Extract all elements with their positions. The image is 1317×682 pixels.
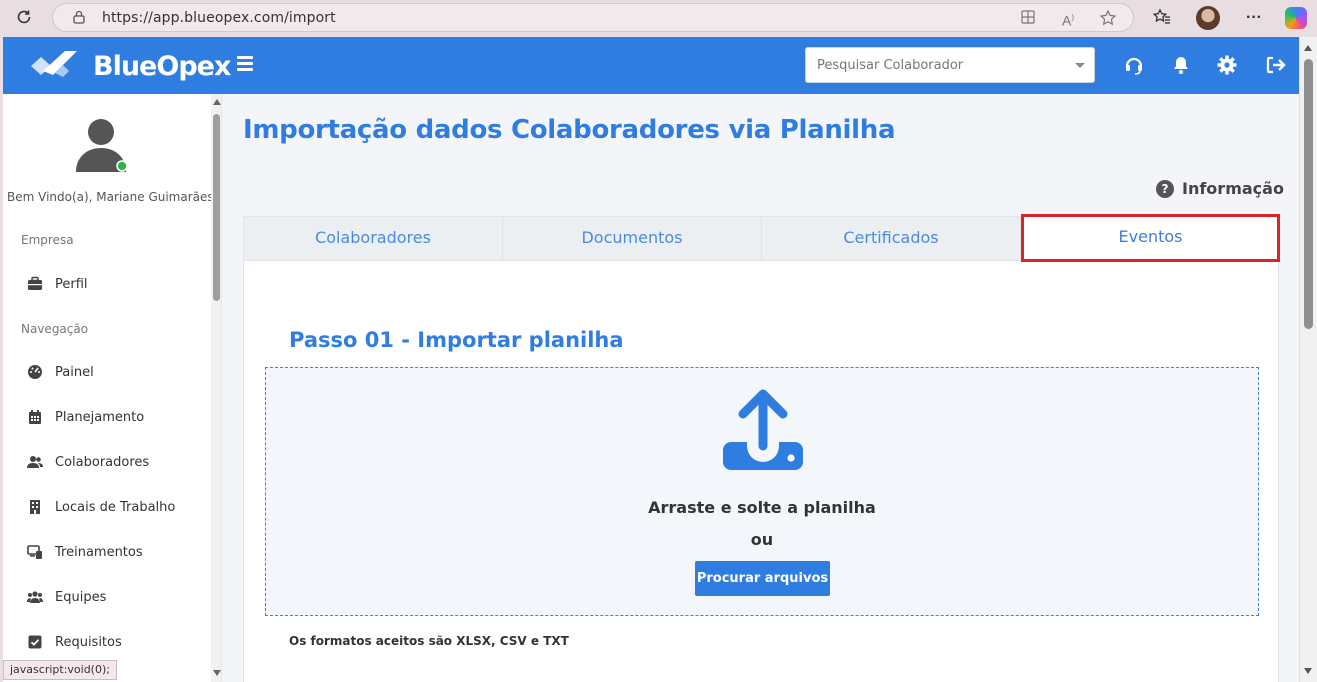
import-card: Colaboradores Documentos Certificados Ev… xyxy=(243,214,1280,682)
sidebar-item-perfil[interactable]: Perfil xyxy=(27,274,88,294)
scroll-down-icon[interactable] xyxy=(1304,668,1312,674)
headset-icon[interactable] xyxy=(1123,54,1145,76)
search-collaborator-select[interactable]: Pesquisar Colaborador xyxy=(805,47,1095,83)
briefcase-icon xyxy=(28,276,42,290)
sidebar-item-painel[interactable]: Painel xyxy=(27,362,94,382)
url-text[interactable]: https://app.blueopex.com/import xyxy=(102,10,336,26)
sidebar-item-label: Planejamento xyxy=(55,409,145,425)
sidebar-scroll-thumb[interactable] xyxy=(213,114,220,301)
upload-icon xyxy=(723,389,803,470)
section-empresa: Empresa xyxy=(21,233,74,247)
dashboard-icon xyxy=(28,365,42,379)
bell-icon[interactable] xyxy=(1170,54,1192,76)
status-bar: javascript:void(0); xyxy=(3,660,117,680)
page-scrollbar[interactable] xyxy=(1299,37,1317,682)
browser-toolbar: https://app.blueopex.com/import A) ··· xyxy=(0,0,1317,36)
sidebar-item-requisitos[interactable]: Requisitos xyxy=(27,632,122,652)
welcome-text: Bem Vindo(a), Mariane Guimarães xyxy=(7,190,214,204)
brand-name: BlueOpex xyxy=(93,51,231,82)
team-icon xyxy=(27,591,43,603)
read-aloud-icon[interactable]: A) xyxy=(1059,9,1077,29)
calendar-icon xyxy=(29,410,41,424)
split-screen-icon[interactable] xyxy=(1019,9,1037,27)
favorites-icon[interactable] xyxy=(1151,7,1173,29)
sidebar-item-planejamento[interactable]: Planejamento xyxy=(27,407,144,427)
step1-title: Passo 01 - Importar planilha xyxy=(289,328,624,352)
tab-colaboradores[interactable]: Colaboradores xyxy=(244,217,503,261)
scroll-down-icon[interactable] xyxy=(213,670,221,676)
sidebar-item-label: Colaboradores xyxy=(55,454,150,470)
logout-icon[interactable] xyxy=(1264,54,1286,76)
building-icon xyxy=(30,500,40,514)
blueopex-logo-icon xyxy=(31,51,77,77)
reload-icon[interactable] xyxy=(14,8,34,28)
section-navegacao: Navegação xyxy=(21,322,89,336)
training-icon xyxy=(27,545,42,559)
sidebar-item-label: Locais de Trabalho xyxy=(55,499,176,515)
favorite-star-icon[interactable] xyxy=(1099,9,1117,27)
scroll-up-icon[interactable] xyxy=(213,99,221,105)
copilot-icon[interactable] xyxy=(1285,7,1307,29)
sidebar-item-label: Equipes xyxy=(55,589,107,605)
sidebar: Bem Vindo(a), Mariane Guimarães Empresa … xyxy=(3,94,222,682)
sidebar-item-label: Perfil xyxy=(55,276,88,292)
menu-icon[interactable] xyxy=(237,56,253,72)
chevron-down-icon xyxy=(1075,63,1085,68)
lock-icon[interactable] xyxy=(73,10,85,24)
sidebar-item-label: Requisitos xyxy=(55,634,122,650)
gear-icon[interactable] xyxy=(1216,54,1238,76)
profile-avatar[interactable] xyxy=(1196,6,1220,30)
sidebar-item-locais-de-trabalho[interactable]: Locais de Trabalho xyxy=(27,497,175,517)
sidebar-scrollbar[interactable] xyxy=(211,94,221,682)
top-navbar: BlueOpex Pesquisar Colaborador xyxy=(3,37,1299,94)
info-link-label: Informação xyxy=(1182,179,1284,198)
file-dropzone[interactable]: Arraste e solte a planilha ou Procurar a… xyxy=(265,367,1259,616)
page-scroll-thumb[interactable] xyxy=(1304,59,1313,329)
sidebar-item-label: Treinamentos xyxy=(55,544,143,560)
or-text: ou xyxy=(750,530,774,549)
scroll-up-icon[interactable] xyxy=(1304,45,1312,51)
accepted-formats-note: Os formatos aceitos são XLSX, CSV e TXT xyxy=(289,634,569,648)
app-window: BlueOpex Pesquisar Colaborador Bem Vindo… xyxy=(3,37,1299,682)
user-avatar-icon xyxy=(76,119,128,172)
sidebar-item-equipes[interactable]: Equipes xyxy=(27,587,106,607)
more-icon[interactable]: ··· xyxy=(1243,7,1265,29)
drag-drop-text: Arraste e solte a planilha xyxy=(648,498,876,517)
sidebar-item-label: Painel xyxy=(55,364,94,380)
info-link[interactable]: ? Informação xyxy=(1156,179,1284,198)
sidebar-item-treinamentos[interactable]: Treinamentos xyxy=(27,542,143,562)
question-circle-icon: ? xyxy=(1156,179,1174,198)
checkbox-icon xyxy=(28,635,42,649)
page-title: Importação dados Colaboradores via Plani… xyxy=(243,115,896,145)
tab-documentos[interactable]: Documentos xyxy=(503,217,762,261)
users-icon xyxy=(27,456,43,468)
import-tabs: Colaboradores Documentos Certificados Ev… xyxy=(244,214,1280,262)
tab-eventos[interactable]: Eventos xyxy=(1021,214,1280,262)
search-placeholder: Pesquisar Colaborador xyxy=(817,58,964,73)
tab-certificados[interactable]: Certificados xyxy=(762,217,1021,261)
sidebar-item-colaboradores[interactable]: Colaboradores xyxy=(27,452,149,472)
browse-files-button[interactable]: Procurar arquivos xyxy=(695,561,830,596)
address-bar[interactable]: https://app.blueopex.com/import A) xyxy=(52,3,1134,32)
